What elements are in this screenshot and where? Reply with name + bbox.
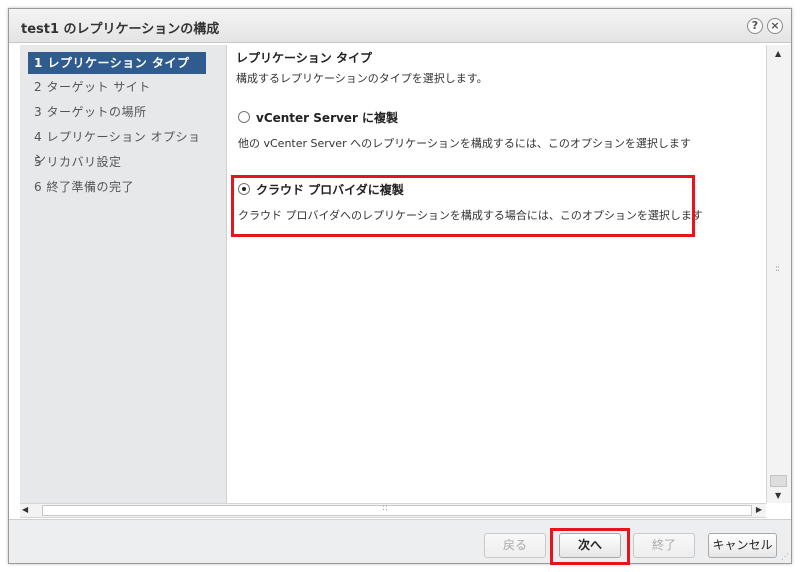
option-label-vcenter-server[interactable]: vCenter Server に複製 (256, 109, 398, 126)
option-desc-vcenter-server: 他の vCenter Server へのレプリケーションを構成するには、このオプ… (238, 137, 691, 150)
option-desc-cloud-provider: クラウド プロバイダへのレプリケーションを構成する場合には、このオプションを選択… (238, 209, 703, 222)
help-icon[interactable]: ? (747, 18, 763, 34)
next-button[interactable]: 次へ (559, 533, 621, 558)
horizontal-scroll-thumb[interactable] (42, 505, 752, 516)
cancel-button[interactable]: キャンセル (708, 533, 777, 558)
scroll-thumb[interactable] (770, 475, 787, 487)
dialog-footer: 戻る 次へ 終了 キャンセル ⋰ (9, 519, 791, 565)
scroll-up-arrow-icon[interactable]: ▲ (775, 49, 781, 58)
scroll-grip-icon: :: (775, 264, 780, 274)
option-label-cloud-provider[interactable]: クラウド プロバイダに複製 (256, 181, 404, 198)
finish-button[interactable]: 終了 (633, 533, 695, 558)
radio-vcenter-server[interactable] (238, 111, 250, 123)
replication-config-dialog: test1 のレプリケーションの構成 ? × 1 レプリケーション タイプ 2 … (8, 8, 792, 565)
content-header: レプリケーション タイプ 構成するレプリケーションのタイプを選択します。 (236, 49, 488, 86)
wizard-step-target-site: 2 ターゲット サイト (34, 80, 151, 94)
horizontal-scrollbar[interactable]: ◀ :: ▶ (20, 503, 766, 518)
page-description: 構成するレプリケーションのタイプを選択します。 (236, 72, 488, 85)
dialog-titlebar: test1 のレプリケーションの構成 ? × (9, 9, 791, 43)
dialog-title: test1 のレプリケーションの構成 (21, 22, 220, 37)
resize-grip-icon[interactable]: ⋰ (781, 552, 789, 561)
wizard-content-pane: レプリケーション タイプ 構成するレプリケーションのタイプを選択します。 vCe… (228, 45, 765, 503)
horizontal-grip-icon: :: (382, 503, 389, 513)
wizard-step-recovery-settings: 5 リカバリ設定 (34, 155, 122, 169)
scroll-left-arrow-icon[interactable]: ◀ (22, 505, 28, 514)
page-title: レプリケーション タイプ (236, 51, 372, 65)
close-icon[interactable]: × (767, 18, 783, 34)
wizard-step-replication-options: 4 レプリケーション オプション (34, 130, 201, 166)
back-button[interactable]: 戻る (484, 533, 546, 558)
scroll-right-arrow-icon[interactable]: ▶ (756, 505, 762, 514)
scroll-down-arrow-icon[interactable]: ▼ (775, 491, 781, 500)
wizard-step-ready-to-complete: 6 終了準備の完了 (34, 180, 134, 194)
wizard-step-replication-type[interactable]: 1 レプリケーション タイプ (28, 52, 206, 74)
radio-cloud-provider[interactable] (238, 183, 250, 195)
vertical-scrollbar[interactable]: ▲ :: ▼ (766, 45, 791, 503)
wizard-step-target-location: 3 ターゲットの場所 (34, 105, 147, 119)
